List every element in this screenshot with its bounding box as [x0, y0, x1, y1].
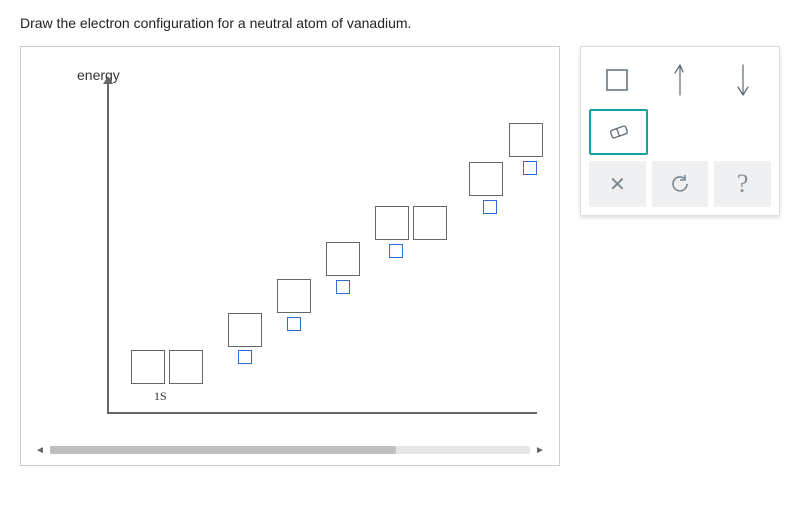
- reset-icon: [669, 173, 691, 195]
- question-prompt: Draw the electron configuration for a ne…: [20, 15, 791, 31]
- tool-reset[interactable]: [652, 161, 709, 207]
- orbital-box-0[interactable]: [131, 350, 165, 384]
- x-axis-line: [107, 412, 537, 414]
- toolbox-panel: ✕ ?: [580, 46, 780, 216]
- orbital-box-7[interactable]: [469, 162, 503, 196]
- horizontal-scrollbar[interactable]: ◄ ►: [33, 443, 547, 457]
- arrow-down-icon: [736, 63, 750, 97]
- orbital-box-3[interactable]: [277, 279, 311, 313]
- energy-diagram[interactable]: energy 1S ◄ ►: [20, 46, 560, 466]
- orbital-box-4[interactable]: [326, 242, 360, 276]
- orbital-box-2[interactable]: [228, 313, 262, 347]
- eraser-icon: [606, 122, 632, 142]
- y-axis-arrow-icon: [107, 83, 109, 413]
- workspace: energy 1S ◄ ►: [20, 46, 791, 466]
- orbital-box-6[interactable]: [413, 206, 447, 240]
- orbital-box-8[interactable]: [509, 123, 543, 157]
- energy-axis-label: energy: [77, 67, 120, 83]
- help-icon: ?: [737, 169, 749, 199]
- toolbox-empty-1: [654, 109, 709, 155]
- tool-clear[interactable]: ✕: [589, 161, 646, 207]
- orbital-label-1s: 1S: [154, 389, 167, 404]
- scroll-track[interactable]: [50, 446, 530, 454]
- orbital-subbox-4[interactable]: [336, 280, 350, 294]
- tool-spin-up[interactable]: [652, 57, 709, 103]
- orbital-subbox-5[interactable]: [389, 244, 403, 258]
- orbital-subbox-3[interactable]: [287, 317, 301, 331]
- orbital-subbox-7[interactable]: [483, 200, 497, 214]
- orbital-subbox-8[interactable]: [523, 161, 537, 175]
- orbital-box-5[interactable]: [375, 206, 409, 240]
- arrow-up-icon: [673, 63, 687, 97]
- close-icon: ✕: [609, 172, 626, 197]
- tool-help[interactable]: ?: [714, 161, 771, 207]
- tool-add-orbital-box[interactable]: [589, 57, 646, 103]
- orbital-subbox-2[interactable]: [238, 350, 252, 364]
- tool-spin-down[interactable]: [714, 57, 771, 103]
- tool-eraser[interactable]: [589, 109, 648, 155]
- orbital-box-1[interactable]: [169, 350, 203, 384]
- scroll-right-arrow-icon[interactable]: ►: [533, 443, 547, 457]
- toolbox-empty-2: [716, 109, 771, 155]
- scroll-left-arrow-icon[interactable]: ◄: [33, 443, 47, 457]
- scroll-thumb[interactable]: [50, 446, 396, 454]
- square-icon: [606, 69, 628, 91]
